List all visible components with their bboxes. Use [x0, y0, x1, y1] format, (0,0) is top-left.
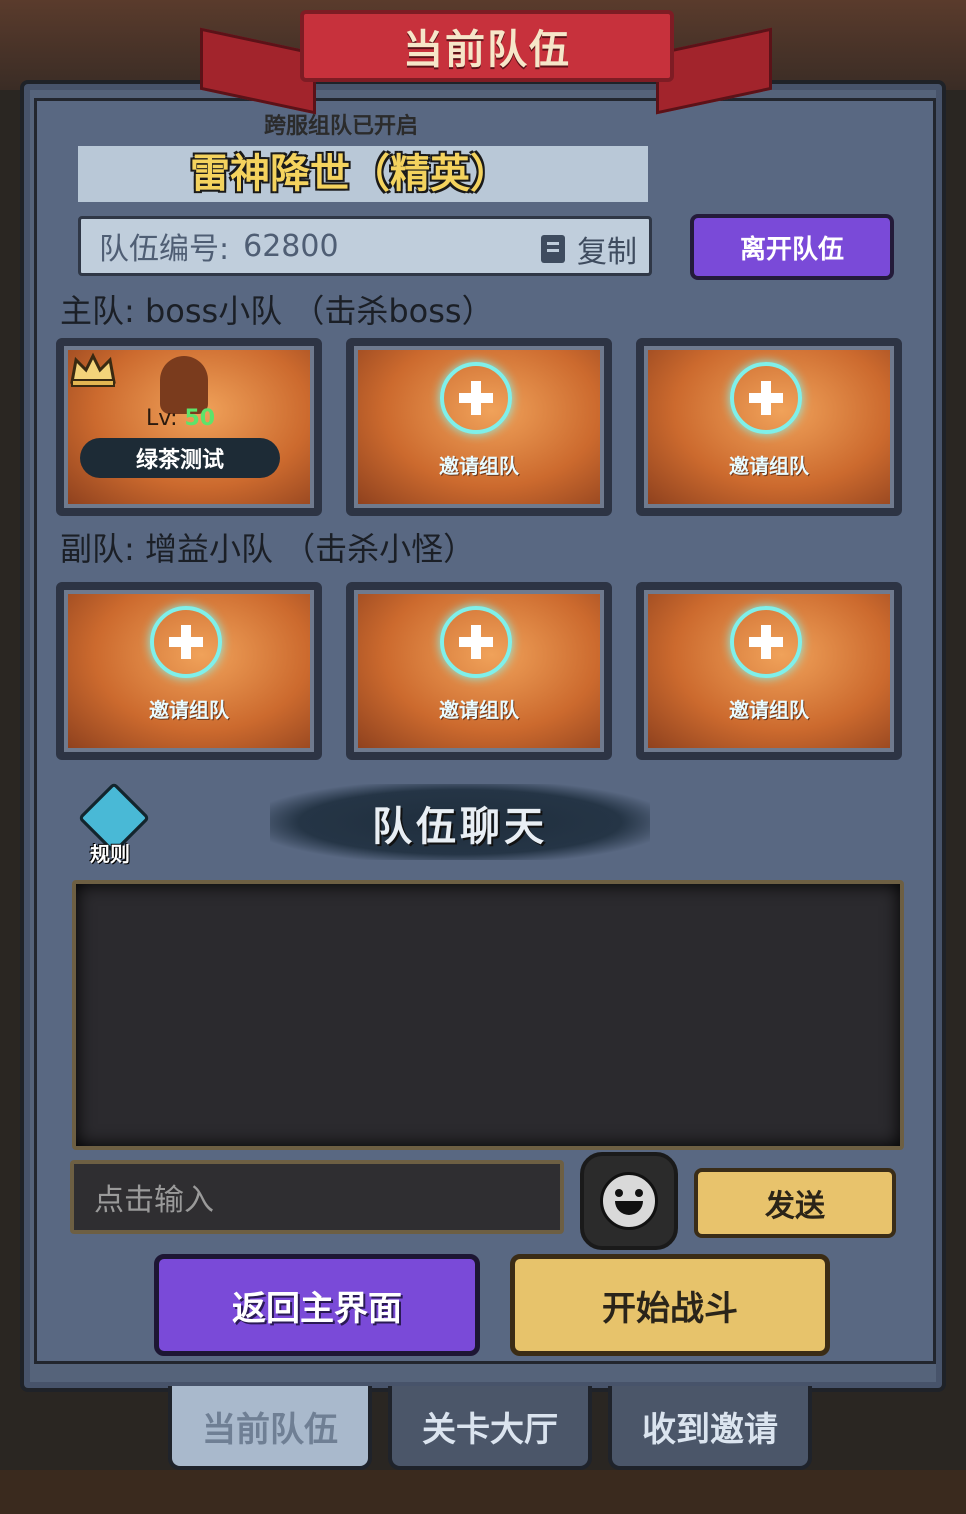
invite-label: 邀请组队: [729, 698, 809, 722]
back-to-main-button[interactable]: 返回主界面: [154, 1254, 480, 1356]
chat-title: 队伍聊天: [372, 804, 548, 850]
emoji-icon: [600, 1172, 658, 1230]
rules-label: 规则: [90, 842, 130, 866]
invite-label: 邀请组队: [439, 454, 519, 478]
invite-label: 邀请组队: [439, 698, 519, 722]
sub-team-slot-invite[interactable]: 邀请组队: [346, 582, 612, 760]
invite-label: 邀请组队: [149, 698, 229, 722]
main-team-label: 主队: boss小队 （击杀boss）: [60, 292, 494, 330]
leader-name: 绿茶测试: [80, 438, 280, 478]
crown-icon: [70, 352, 116, 387]
team-id-label: 队伍编号:: [99, 232, 230, 267]
level-value: 50: [184, 406, 216, 431]
emoji-button[interactable]: [580, 1152, 678, 1250]
main-team-slot-leader[interactable]: Lv: 50 绿茶测试: [56, 338, 322, 516]
plus-icon: [440, 362, 512, 434]
plus-icon: [730, 362, 802, 434]
team-id-value: 62800: [243, 228, 339, 264]
cross-server-notice: 跨服组队已开启: [264, 114, 419, 139]
leader-level: Lv: 50: [146, 406, 215, 431]
chat-messages-area[interactable]: [72, 880, 904, 1150]
tab-stage-hall[interactable]: 关卡大厅: [388, 1386, 592, 1470]
background-bottom: [0, 1470, 966, 1514]
page-title: 当前队伍: [300, 10, 674, 82]
start-battle-button[interactable]: 开始战斗: [510, 1254, 830, 1356]
sub-team-slot-invite[interactable]: 邀请组队: [636, 582, 902, 760]
plus-icon: [730, 606, 802, 678]
leave-team-button[interactable]: 离开队伍: [690, 214, 894, 280]
stage-name: 雷神降世（精英）: [190, 151, 510, 197]
chat-input[interactable]: 点击输入: [70, 1160, 564, 1234]
sub-team-slot-invite[interactable]: 邀请组队: [56, 582, 322, 760]
plus-icon: [440, 606, 512, 678]
copy-label: 复制: [577, 235, 637, 270]
main-team-slot-invite[interactable]: 邀请组队: [346, 338, 612, 516]
chat-title-banner: 队伍聊天: [270, 784, 650, 860]
copy-icon: [541, 235, 565, 263]
sub-team-label: 副队: 增益小队 （击杀小怪）: [60, 530, 476, 568]
level-prefix: Lv:: [146, 406, 178, 431]
rules-button[interactable]: 规则: [77, 781, 151, 866]
tab-current-team[interactable]: 当前队伍: [168, 1386, 372, 1470]
main-team-slot-invite[interactable]: 邀请组队: [636, 338, 902, 516]
send-button[interactable]: 发送: [694, 1168, 896, 1238]
copy-button[interactable]: 复制: [541, 227, 637, 271]
team-id-bar: 队伍编号: 62800 复制: [78, 216, 652, 276]
invite-label: 邀请组队: [729, 454, 809, 478]
tab-received-invites[interactable]: 收到邀请: [608, 1386, 812, 1470]
plus-icon: [150, 606, 222, 678]
